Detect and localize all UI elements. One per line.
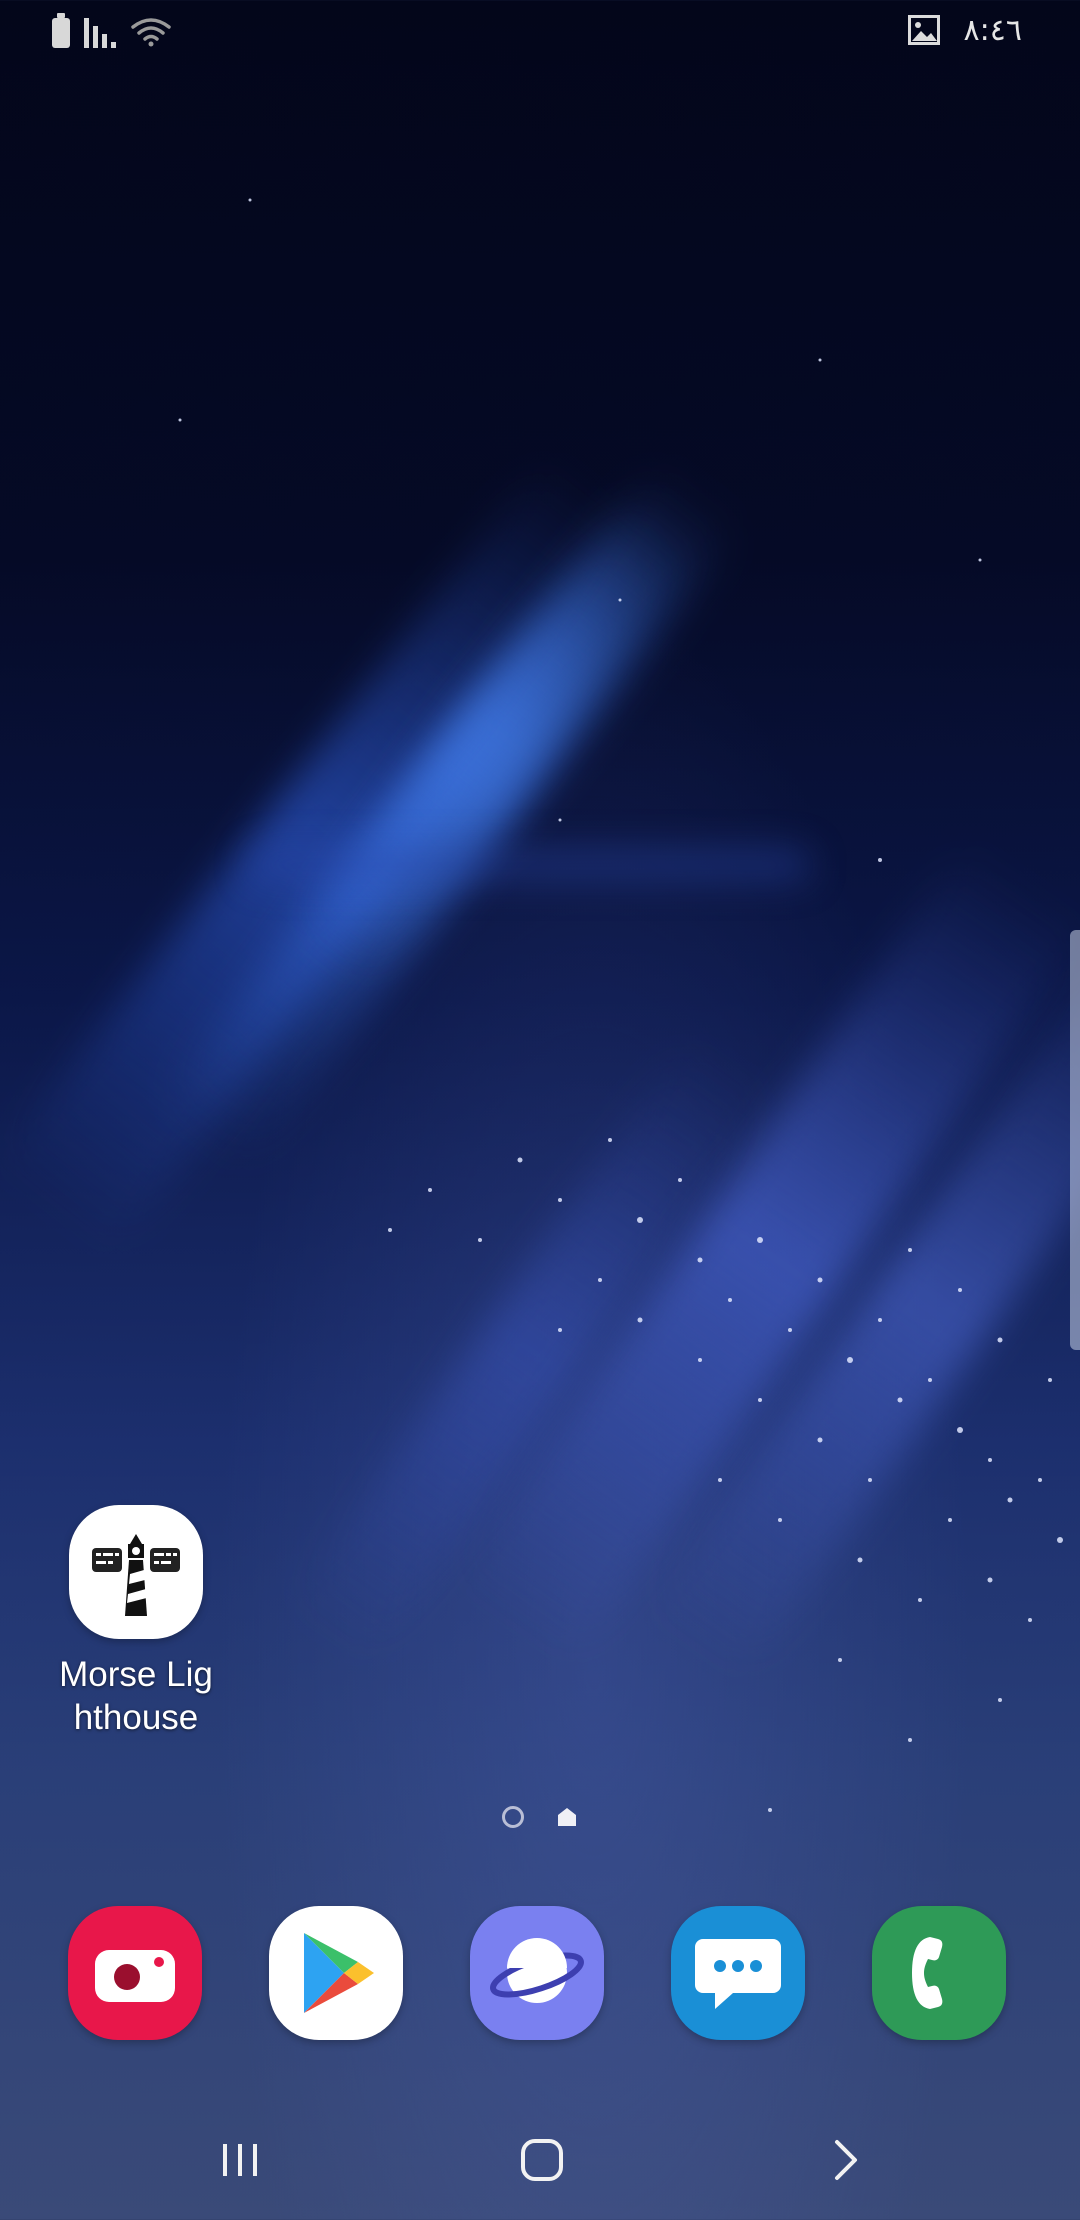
messages-icon[interactable] xyxy=(671,1906,805,2040)
navigation-bar xyxy=(0,2100,1080,2220)
page-dot[interactable] xyxy=(502,1806,524,1828)
recent-apps-icon[interactable] xyxy=(200,2130,280,2190)
signal-icon xyxy=(84,18,116,48)
play-store-icon[interactable] xyxy=(269,1906,403,2040)
clock: ٨:٤٦ xyxy=(963,12,1022,48)
lighthouse-icon xyxy=(69,1505,203,1639)
camera-icon[interactable] xyxy=(68,1906,202,2040)
status-icons-right: ٨:٤٦ xyxy=(907,12,1022,48)
app-morse-lighthouse[interactable]: Morse Lig hthouse xyxy=(36,1505,236,1739)
internet-browser-icon[interactable] xyxy=(470,1906,604,2040)
wifi-icon xyxy=(131,18,171,47)
app-label: Morse Lig hthouse xyxy=(59,1655,213,1737)
edge-panel-handle[interactable] xyxy=(1070,930,1080,1350)
status-icons-left xyxy=(52,12,172,48)
gallery-notification-icon xyxy=(907,15,940,45)
forward-icon[interactable] xyxy=(806,2130,886,2190)
page-indicator xyxy=(0,1806,1080,1828)
status-bar: ٨:٤٦ xyxy=(0,0,1080,62)
home-page-indicator[interactable] xyxy=(556,1806,578,1828)
phone-icon[interactable] xyxy=(872,1906,1006,2040)
home-icon[interactable] xyxy=(502,2130,582,2190)
battery-icon xyxy=(52,13,70,48)
